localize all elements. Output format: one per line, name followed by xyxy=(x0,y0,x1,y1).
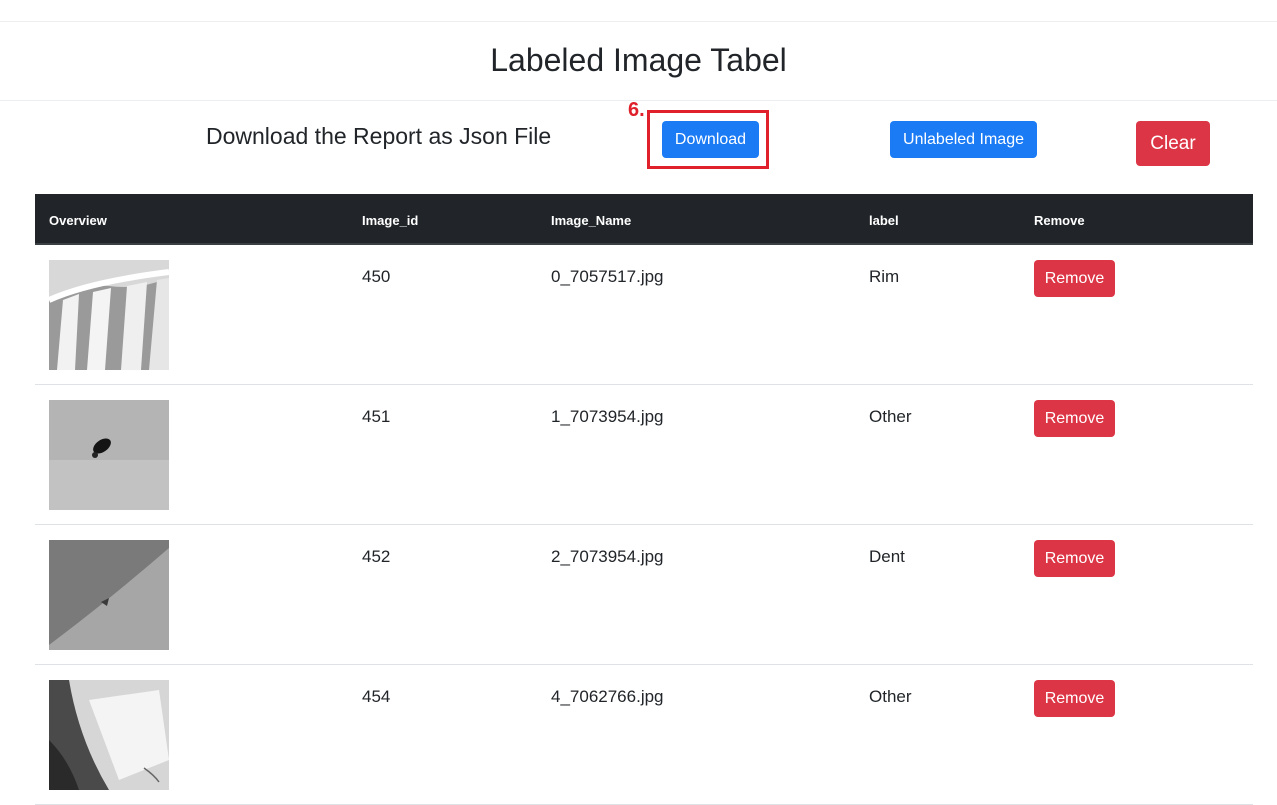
download-button[interactable]: Download xyxy=(662,121,759,158)
overview-thumbnail xyxy=(49,400,169,510)
column-header-overview: Overview xyxy=(49,213,107,228)
column-header-image-name: Image_Name xyxy=(551,213,632,228)
remove-button[interactable]: Remove xyxy=(1034,260,1115,297)
image-id: 452 xyxy=(362,547,391,566)
table-row: 450 0_7057517.jpg Rim Remove xyxy=(35,245,1253,385)
image-label: Rim xyxy=(869,267,900,286)
annotation-step-label: 6. xyxy=(628,99,645,121)
unlabeled-image-button[interactable]: Unlabeled Image xyxy=(890,121,1037,158)
column-header-label: label xyxy=(869,213,899,228)
report-instructions: Download the Report as Json File xyxy=(206,123,552,149)
image-name: 2_7073954.jpg xyxy=(551,547,664,566)
column-header-remove: Remove xyxy=(1034,213,1085,228)
image-name: 1_7073954.jpg xyxy=(551,407,664,426)
table-row: 451 1_7073954.jpg Other Remove xyxy=(35,385,1253,525)
image-name: 4_7062766.jpg xyxy=(551,687,664,706)
image-id: 454 xyxy=(362,687,391,706)
image-id: 450 xyxy=(362,267,391,286)
overview-thumbnail xyxy=(49,260,169,370)
remove-button[interactable]: Remove xyxy=(1034,680,1115,717)
image-id: 451 xyxy=(362,407,391,426)
overview-thumbnail xyxy=(49,540,169,650)
table-row: 452 2_7073954.jpg Dent Remove xyxy=(35,525,1253,665)
column-header-image-id: Image_id xyxy=(362,213,419,228)
remove-button[interactable]: Remove xyxy=(1034,540,1115,577)
clear-button[interactable]: Clear xyxy=(1136,121,1210,166)
table-row: 454 4_7062766.jpg Other Remove xyxy=(35,665,1253,805)
page-title: Labeled Image Tabel xyxy=(490,42,787,78)
table-header: Overview Image_id Image_Name label Remov… xyxy=(35,194,1253,245)
image-label: Other xyxy=(869,687,912,706)
image-label: Other xyxy=(869,407,912,426)
image-label: Dent xyxy=(869,547,905,566)
image-name: 0_7057517.jpg xyxy=(551,267,664,286)
remove-button[interactable]: Remove xyxy=(1034,400,1115,437)
overview-thumbnail xyxy=(49,680,169,790)
